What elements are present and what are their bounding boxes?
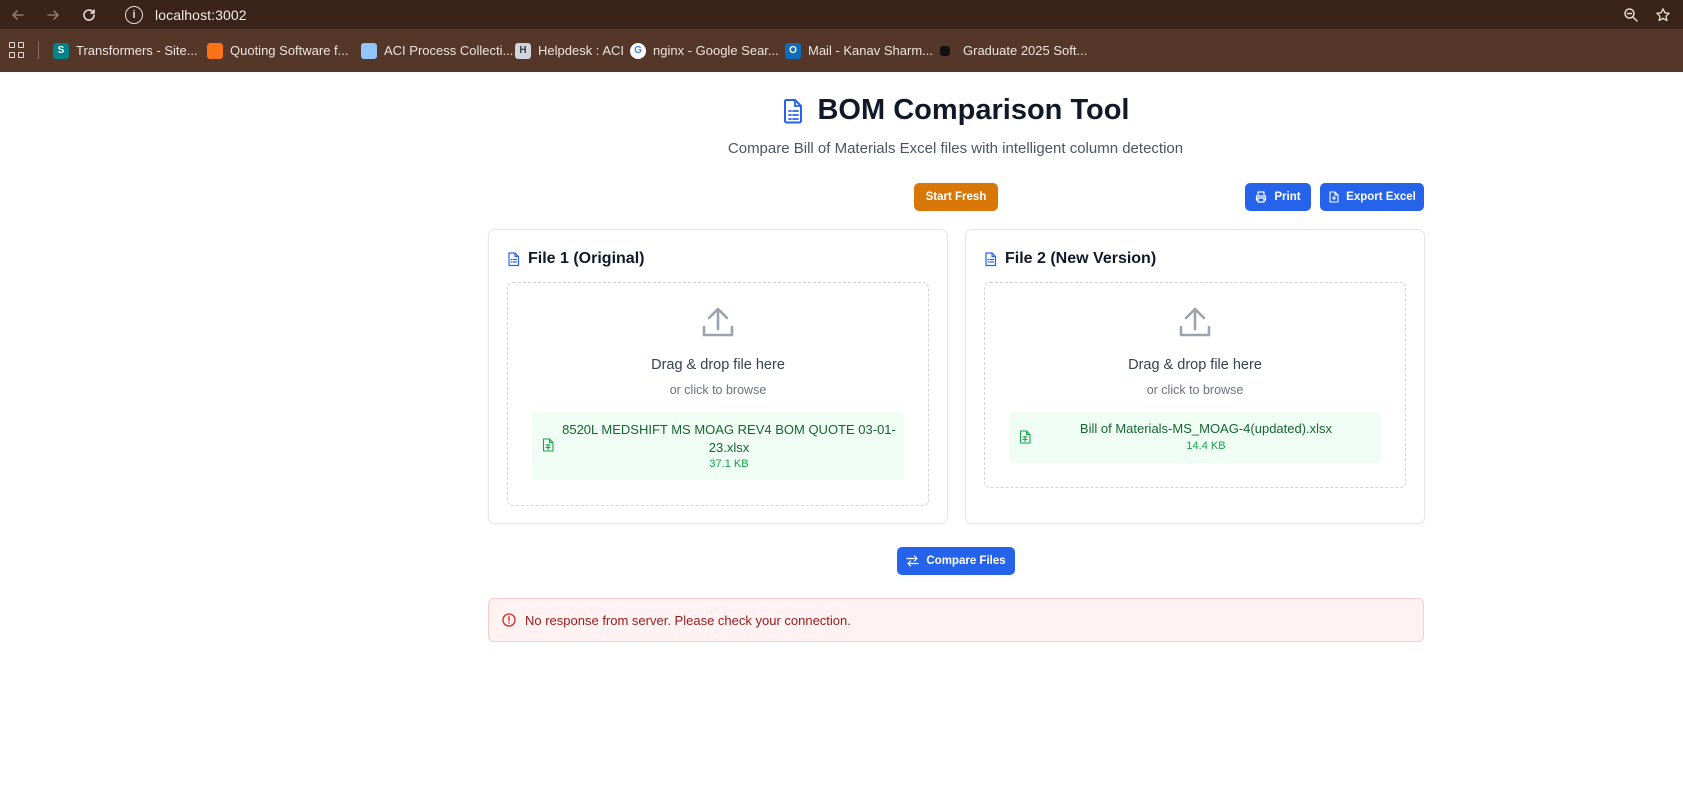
- browser-toolbar: i localhost:3002: [0, 0, 1683, 29]
- google-icon: G: [630, 42, 646, 59]
- bookmark-label: Transformers - Site...: [76, 43, 198, 58]
- reload-icon[interactable]: [78, 4, 100, 26]
- bookmark-label: Graduate 2025 Soft...: [963, 43, 1088, 58]
- error-alert: No response from server. Please check yo…: [488, 598, 1424, 642]
- start-fresh-button[interactable]: Start Fresh: [914, 183, 998, 211]
- square-icon: [940, 45, 950, 56]
- upload-icon: [508, 307, 928, 339]
- file-name: Bill of Materials-MS_MOAG-4(updated).xls…: [1079, 421, 1333, 436]
- bookmark-item[interactable]: Quoting Software f...: [207, 41, 349, 60]
- error-message: No response from server. Please check yo…: [525, 612, 851, 628]
- file1-title: File 1 (Original): [507, 250, 644, 268]
- spreadsheet-file-icon: [542, 438, 554, 452]
- file1-dropzone[interactable]: Drag & drop file here or click to browse…: [507, 282, 929, 506]
- url-text: localhost:3002: [155, 6, 247, 23]
- bookmark-item[interactable]: S Transformers - Site...: [53, 41, 198, 60]
- bookmark-separator: [38, 41, 39, 59]
- cloud-icon: [361, 42, 377, 59]
- bookmark-item[interactable]: Graduate 2025 Soft...: [940, 41, 1087, 60]
- compare-files-label: Compare Files: [926, 555, 1006, 567]
- swap-arrows-icon: [906, 555, 919, 567]
- back-icon[interactable]: [7, 4, 29, 26]
- file-size: 37.1 KB: [709, 458, 749, 470]
- document-icon: [784, 98, 803, 123]
- printer-icon: [1256, 191, 1267, 203]
- bookmark-label: Quoting Software f...: [230, 43, 349, 58]
- sharepoint-icon: S: [53, 42, 69, 59]
- document-icon: [985, 251, 997, 266]
- box-icon: [207, 42, 223, 59]
- bookmark-label: ACI Process Collecti...: [384, 43, 514, 58]
- outlook-icon: O: [785, 42, 801, 59]
- file2-title-text: File 2 (New Version): [1005, 250, 1157, 267]
- browse-instruction: or click to browse: [1146, 383, 1244, 397]
- file1-card: File 1 (Original) Drag & drop file here …: [488, 229, 948, 524]
- file-name: 8520L MEDSHIFT MS MOAG REV4 BOM QUOTE 03…: [562, 422, 896, 455]
- browse-instruction: or click to browse: [669, 383, 767, 397]
- print-label: Print: [1274, 191, 1301, 203]
- bookmark-item[interactable]: G nginx - Google Sear...: [630, 41, 779, 60]
- print-button[interactable]: Print: [1245, 183, 1311, 211]
- app-page: BOM Comparison Tool Compare Bill of Mate…: [0, 72, 1683, 797]
- alert-circle-icon: [502, 613, 516, 627]
- compare-files-button[interactable]: Compare Files: [897, 547, 1015, 575]
- export-excel-label: Export Excel: [1346, 191, 1416, 203]
- file2-card: File 2 (New Version) Drag & drop file he…: [965, 229, 1425, 524]
- upload-icon: [985, 307, 1405, 339]
- selected-file: 8520L MEDSHIFT MS MOAG REV4 BOM QUOTE 03…: [532, 412, 904, 480]
- page-subtitle: Compare Bill of Materials Excel files wi…: [727, 140, 1184, 157]
- bookmark-item[interactable]: H Helpdesk : ACI: [515, 41, 624, 60]
- bookmark-label: nginx - Google Sear...: [653, 43, 779, 58]
- bookmark-item[interactable]: ACI Process Collecti...: [361, 41, 513, 60]
- document-icon: [508, 251, 520, 266]
- page-header: BOM Comparison Tool: [0, 94, 1683, 127]
- bookmark-item[interactable]: O Mail - Kanav Sharm...: [785, 41, 933, 60]
- forward-icon[interactable]: [42, 4, 64, 26]
- drop-instruction: Drag & drop file here: [651, 357, 785, 373]
- bookmark-star-icon[interactable]: [1652, 4, 1674, 26]
- export-excel-button[interactable]: Export Excel: [1320, 183, 1424, 211]
- bookmarks-bar: S Transformers - Site... Quoting Softwar…: [0, 29, 1683, 72]
- bookmark-label: Helpdesk : ACI: [538, 43, 624, 58]
- apps-grid-icon[interactable]: [9, 42, 25, 58]
- spreadsheet-file-icon: [1019, 430, 1031, 444]
- page-title: BOM Comparison Tool: [817, 94, 1130, 126]
- selected-file: Bill of Materials-MS_MOAG-4(updated).xls…: [1009, 412, 1381, 463]
- bookmark-label: Mail - Kanav Sharm...: [808, 43, 933, 58]
- helpdesk-icon: H: [515, 42, 531, 59]
- file-size: 14.4 KB: [1186, 440, 1226, 452]
- address-bar[interactable]: i localhost:3002: [116, 1, 1606, 28]
- drop-instruction: Drag & drop file here: [1128, 357, 1262, 373]
- zoom-icon[interactable]: [1620, 4, 1642, 26]
- file2-title: File 2 (New Version): [984, 250, 1156, 268]
- file2-dropzone[interactable]: Drag & drop file here or click to browse…: [984, 282, 1406, 488]
- file1-title-text: File 1 (Original): [528, 250, 645, 267]
- file-export-icon: [1329, 191, 1339, 203]
- site-info-icon[interactable]: i: [125, 5, 143, 24]
